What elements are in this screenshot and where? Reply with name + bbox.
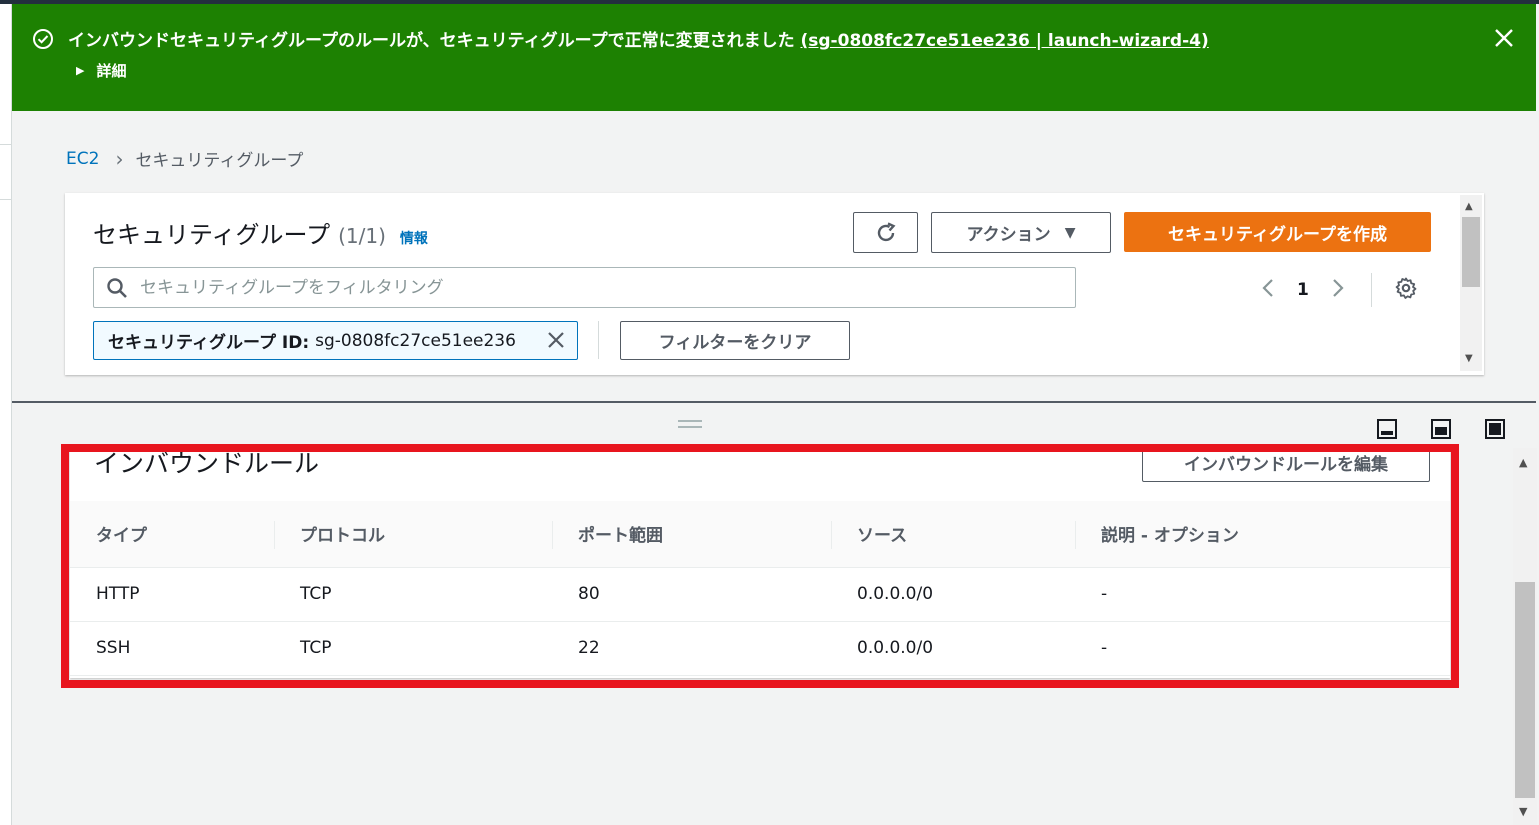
clear-filters-button[interactable]: フィルターをクリア [620,321,850,360]
filter-token-key: セキュリティグループ ID: [108,333,310,353]
cell-protocol: TCP [274,567,552,622]
actions-label: アクション [966,225,1051,245]
column-header-port-range[interactable]: ポート範囲 [552,501,831,568]
cell-port-range: 80 [552,567,831,622]
cell-type: SSH [70,621,274,676]
scroll-thumb[interactable] [1515,582,1535,798]
flash-details-label: 詳細 [96,62,127,80]
cell-description: - [1075,621,1450,676]
page-number[interactable]: 1 [1297,280,1309,300]
info-link[interactable]: 情報 [400,228,428,248]
column-header-type[interactable]: タイプ [70,501,274,568]
filter-token-value: sg-0808fc27ce51ee236 [315,330,516,351]
flash-security-group-link[interactable]: (sg-0808fc27ce51ee236 | launch-wizard-4) [801,31,1209,51]
pager-divider [1370,273,1372,307]
view-bottom-icon[interactable] [1376,418,1398,440]
left-nav-edge [0,4,12,825]
search-filter-field[interactable] [93,267,1076,308]
cell-source: 0.0.0.0/0 [831,621,1075,676]
search-input[interactable] [140,277,1040,298]
flash-message-text: インバウンドセキュリティグループのルールが、セキュリティグループで正常に変更され… [68,31,795,51]
scroll-up-arrow-icon[interactable]: ▲ [1465,201,1473,212]
caret-down-icon: ▼ [1064,224,1076,241]
chevron-right-icon[interactable] [1331,277,1345,304]
cell-type: HTTP [70,567,274,622]
flash-message: インバウンドセキュリティグループのルールが、セキュリティグループで正常に変更され… [68,26,1209,51]
column-header-source[interactable]: ソース [831,501,1075,568]
success-flash-banner: インバウンドセキュリティグループのルールが、セキュリティグループで正常に変更され… [12,4,1536,111]
filter-divider [598,321,599,359]
chevron-right-icon: › [115,146,124,171]
column-header-protocol[interactable]: プロトコル [274,501,552,568]
filter-token: セキュリティグループ ID: sg-0808fc27ce51ee236 [93,321,578,360]
page-title: セキュリティグループ [93,221,331,249]
refresh-button[interactable] [853,212,918,253]
scroll-down-arrow-icon[interactable]: ▼ [1465,353,1473,364]
view-full-icon[interactable] [1484,418,1506,440]
caret-right-icon: ▶ [76,64,85,77]
scroll-up-arrow-icon[interactable]: ▲ [1519,456,1527,469]
column-header-description[interactable]: 説明 - オプション [1075,501,1450,568]
resize-handle[interactable] [678,420,702,428]
breadcrumb-ec2-link[interactable]: EC2 [66,149,99,169]
table-row: SSH TCP 22 0.0.0.0/0 - [70,621,1450,676]
cell-port-range: 22 [552,621,831,676]
inbound-rules-table: タイプ プロトコル ポート範囲 ソース 説明 - オプション HTTP TCP … [70,501,1450,676]
create-security-group-button[interactable]: セキュリティグループを作成 [1124,212,1431,252]
search-icon [107,277,127,298]
gear-icon[interactable] [1394,276,1418,305]
chevron-left-icon[interactable] [1261,277,1275,304]
table-row: HTTP TCP 80 0.0.0.0/0 - [70,567,1450,622]
cell-source: 0.0.0.0/0 [831,567,1075,622]
remove-filter-icon[interactable] [545,329,567,351]
check-circle-icon [33,29,53,49]
table-header-row: タイプ プロトコル ポート範囲 ソース 説明 - オプション [70,501,1450,568]
actions-dropdown-button[interactable]: アクション ▼ [931,212,1111,253]
details-scrollbar[interactable]: ▲ ▼ [1513,448,1537,825]
inbound-rules-title: インバウンドルール [94,449,320,478]
close-icon[interactable] [1492,26,1516,50]
inbound-rules-card: インバウンドルール インバウンドルールを編集 タイプ プロトコル ポート範囲 ソ… [70,448,1450,678]
panel-scrollbar[interactable]: ▲ ▼ [1460,195,1482,371]
scroll-thumb[interactable] [1462,217,1480,287]
cell-protocol: TCP [274,621,552,676]
view-half-icon[interactable] [1430,418,1452,440]
breadcrumb: EC2 › セキュリティグループ [66,146,304,172]
panel-header: セキュリティグループ (1/1) 情報 [93,215,428,250]
scroll-down-arrow-icon[interactable]: ▼ [1519,805,1527,818]
pagination: 1 [1261,273,1418,307]
security-groups-panel: セキュリティグループ (1/1) 情報 アクション ▼ セキュリティグループを作… [65,193,1484,375]
cell-description: - [1075,567,1450,622]
refresh-icon [877,221,895,241]
split-view-controls [1376,418,1506,440]
selection-count: (1/1) [338,224,386,248]
flash-details-toggle[interactable]: ▶ 詳細 [76,60,126,81]
edit-inbound-rules-button[interactable]: インバウンドルールを編集 [1142,448,1430,482]
breadcrumb-current: セキュリティグループ [135,151,304,171]
